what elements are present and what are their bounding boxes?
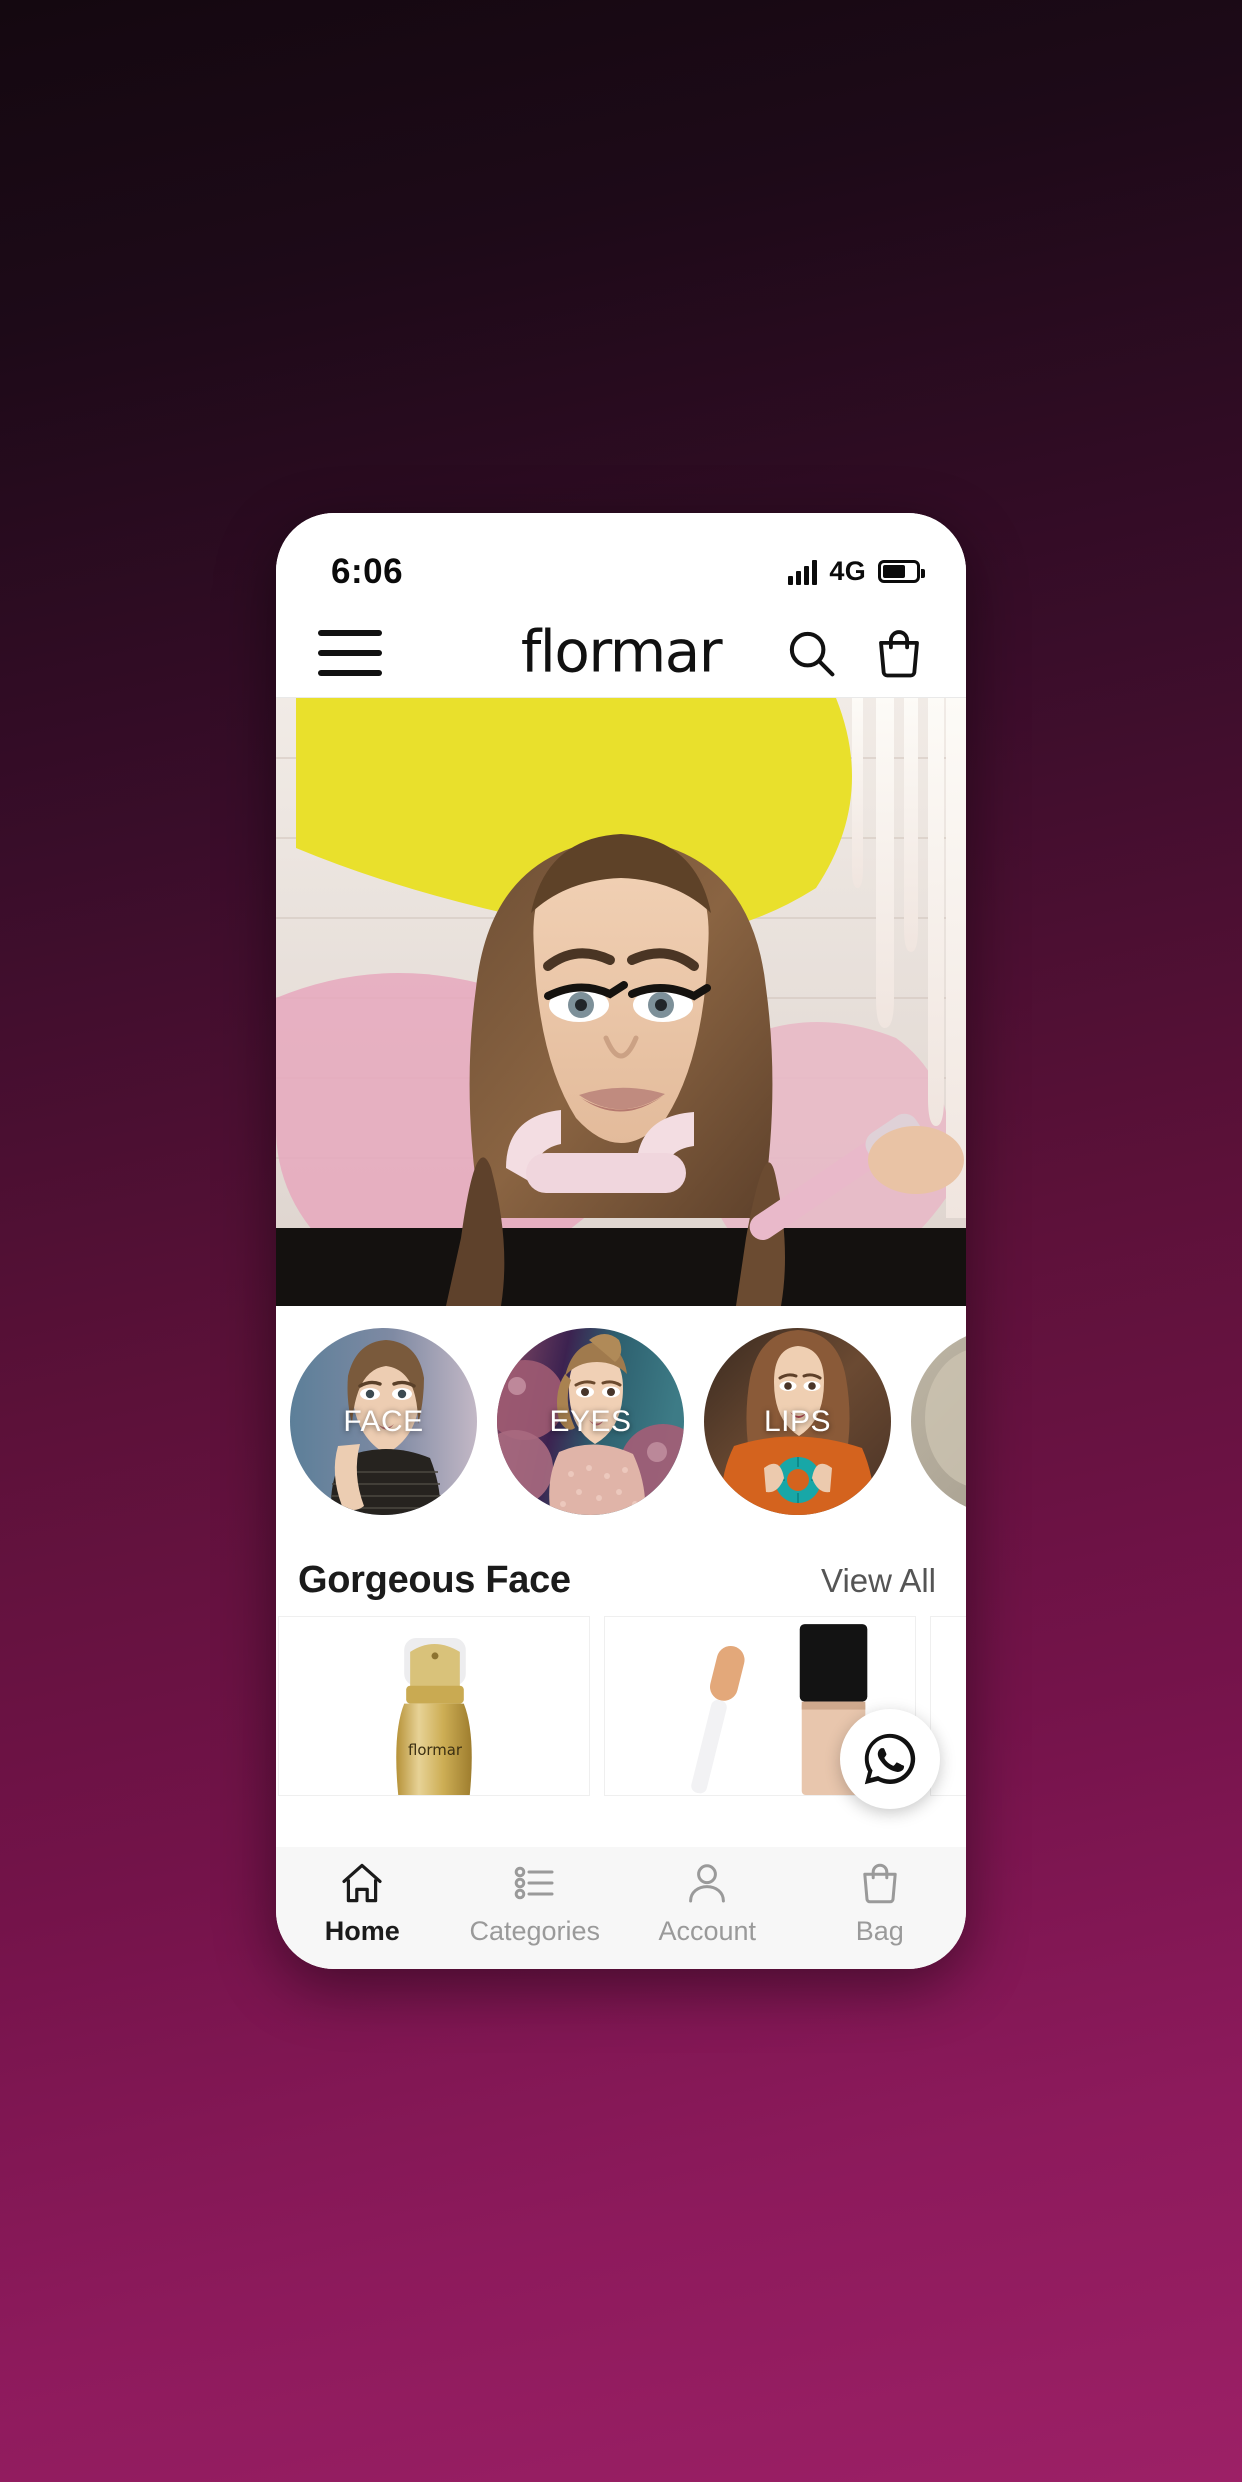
category-label: EYES [549, 1404, 632, 1438]
category-item-eyes[interactable]: EYES [497, 1328, 684, 1515]
network-type-label: 4G [829, 556, 866, 586]
signal-bars-icon [788, 559, 818, 585]
bag-icon [863, 1863, 897, 1904]
nav-label: Categories [469, 1916, 601, 1946]
category-label: LIPS [763, 1404, 832, 1438]
category-item-lips[interactable]: LIPS [704, 1328, 891, 1515]
person-icon [689, 1864, 726, 1903]
search-icon[interactable] [784, 626, 838, 680]
status-bar: 6:06 4G [276, 513, 966, 608]
category-label: FACE [343, 1404, 424, 1438]
home-icon [342, 1863, 382, 1903]
status-bar-time: 6:06 [331, 551, 404, 591]
battery-icon [878, 560, 925, 583]
whatsapp-button[interactable] [840, 1709, 940, 1809]
category-item-face[interactable]: FACE [290, 1328, 477, 1515]
list-icon [514, 1866, 554, 1900]
nav-item-categories[interactable]: Categories [449, 1859, 622, 1947]
app-header-actions [784, 626, 926, 680]
nav-label: Account [658, 1916, 757, 1946]
phone-frame: 6:06 4G flormar FACE EYES LIPS Gorgeous … [276, 513, 966, 1969]
bottom-navigation: Home Categories Account Bag [276, 1847, 966, 1969]
view-all-link[interactable]: View All [821, 1562, 936, 1600]
app-header: flormar [276, 608, 966, 698]
section-header: Gorgeous Face View All [276, 1533, 966, 1616]
nav-item-account[interactable]: Account [621, 1859, 794, 1947]
hamburger-menu-icon[interactable] [318, 629, 382, 676]
category-item-partial[interactable] [911, 1328, 966, 1515]
svg-text:flormar: flormar [408, 1741, 463, 1759]
whatsapp-icon [864, 1733, 916, 1785]
nav-item-bag[interactable]: Bag [794, 1859, 967, 1947]
shopping-bag-icon[interactable] [872, 626, 926, 680]
product-card[interactable]: flormar [278, 1616, 590, 1796]
category-carousel[interactable]: FACE EYES LIPS [276, 1306, 966, 1533]
status-bar-indicators: 4G [788, 556, 925, 587]
hero-banner[interactable] [276, 698, 966, 1306]
section-title: Gorgeous Face [298, 1559, 571, 1601]
nav-label: Bag [855, 1916, 904, 1946]
brand-logo[interactable]: flormar [521, 617, 723, 685]
nav-label: Home [324, 1916, 400, 1946]
nav-item-home[interactable]: Home [276, 1859, 449, 1947]
